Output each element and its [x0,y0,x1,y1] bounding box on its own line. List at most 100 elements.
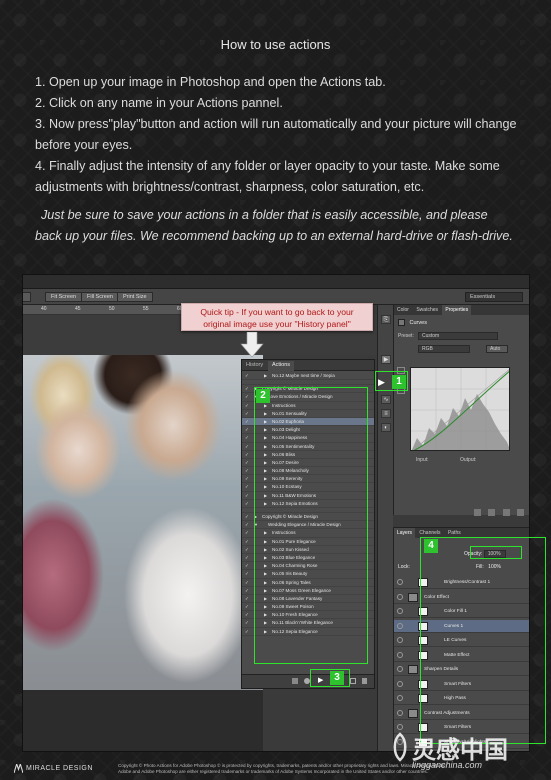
tab-color[interactable]: Color [394,305,412,315]
action-check-icon[interactable]: ✓ [245,483,249,490]
tab-swatches[interactable]: Swatches [413,305,441,315]
action-check-icon[interactable]: ✓ [245,554,249,561]
footer-logo-text: MIRACLE DESIGN [26,765,93,772]
action-check-icon[interactable]: ✓ [245,402,249,409]
eye-icon[interactable] [397,593,403,600]
action-label: No.12 Maybe next time / Sepia [272,373,335,378]
play-button-icon[interactable]: ▶ [378,377,385,388]
step-2: 2. Click on any name in your Actions pan… [35,96,283,110]
curves-graph [410,367,510,451]
action-check-icon[interactable]: ✓ [245,410,249,417]
action-check-icon[interactable]: ✓ [245,513,249,520]
eye-icon[interactable] [397,622,403,629]
action-check-icon[interactable]: ✓ [245,451,249,458]
badge-2: 2 [256,389,270,403]
action-check-icon[interactable]: ✓ [245,628,249,635]
action-check-icon[interactable]: ✓ [245,595,249,602]
tab-history[interactable]: History [242,361,267,371]
adjust-panel-icon[interactable]: ◐ [381,423,391,432]
eye-icon[interactable] [397,695,403,701]
tab-properties[interactable]: Properties [442,305,472,315]
options-button-partial[interactable] [23,292,31,302]
arrow-down-icon [240,332,264,358]
action-check-icon[interactable]: ✓ [245,372,249,379]
action-check-icon[interactable]: ✓ [245,492,249,499]
action-check-icon[interactable]: ✓ [245,579,249,586]
action-check-icon[interactable]: ✓ [245,434,249,441]
action-check-icon[interactable]: ✓ [245,546,249,553]
view-previous-icon[interactable] [488,509,496,516]
highlight-layers [420,537,546,744]
auto-button[interactable]: Auto [486,345,508,353]
output-label: Output: [460,457,477,463]
step-1: 1. Open up your image in Photoshop and o… [35,75,386,89]
actions-panel-icon[interactable]: ▶ [381,355,391,364]
history-panel-icon[interactable]: ⎘ [381,315,391,324]
instructions-title: How to use actions [220,37,331,52]
eye-icon[interactable] [397,651,403,658]
ruler-tick: 45 [75,306,81,312]
quick-tip-line-1: Quick tip - If you want to go back to yo… [200,307,354,317]
eye-icon[interactable] [397,579,403,585]
action-check-icon[interactable]: ✓ [245,611,249,618]
ruler-tick: 40 [41,306,47,312]
print-size-button[interactable]: Print Size [117,292,153,302]
action-check-icon[interactable]: ✓ [245,418,249,425]
action-check-icon[interactable]: ✓ [245,562,249,569]
eye-icon[interactable] [397,709,403,716]
highlight-actions-list [254,387,368,664]
action-check-icon[interactable]: ✓ [245,587,249,594]
action-check-icon[interactable]: ✓ [245,443,249,450]
stop-icon[interactable] [292,678,298,684]
eye-icon[interactable] [397,637,403,643]
panel-tab-bar: History Actions [242,360,374,371]
instructions-steps: 1. Open up your image in Photoshop and o… [35,72,525,198]
channel-select[interactable]: RGB [418,345,470,353]
clip-icon[interactable] [474,509,481,516]
preset-select[interactable]: Custom [418,332,498,340]
action-check-icon[interactable]: ✓ [245,426,249,433]
badge-4: 4 [424,539,438,553]
fill-screen-button[interactable]: Fill Screen [81,292,119,302]
action-check-icon[interactable]: ✓ [245,500,249,507]
action-check-icon[interactable]: ✓ [245,475,249,482]
fit-screen-button[interactable]: Fit Screen [45,292,83,302]
visibility-icon[interactable] [517,509,525,516]
action-item[interactable]: ✓ ▶ No.12 Maybe next time / Sepia [242,372,374,381]
action-check-icon[interactable]: ✓ [245,521,249,528]
eye-icon[interactable] [397,666,403,672]
backup-note: Just be sure to save your actions in a f… [35,208,513,243]
curves-graph-svg [411,368,509,450]
expand-action-icon[interactable]: ▶ [264,372,267,379]
highlight-opacity [470,546,522,559]
watermark-url: lingganchina.com [412,760,483,770]
canvas-background-bottom [23,690,263,751]
workspace-select[interactable]: Essentials [465,292,523,302]
eye-icon[interactable] [397,608,403,614]
action-check-icon[interactable]: ✓ [245,619,249,626]
lock-label: Lock: [398,564,410,570]
tab-actions[interactable]: Actions [268,361,295,371]
action-check-icon[interactable]: ✓ [245,467,249,474]
action-check-icon[interactable]: ✓ [245,538,249,545]
tab-layers[interactable]: Layers [394,528,416,538]
couple-photo-canvas [23,355,263,690]
actions-panel-footer: ▶ [242,674,374,688]
clone-panel-icon[interactable]: ≡ [381,409,391,418]
trash-icon[interactable] [362,678,367,684]
action-check-icon[interactable]: ✓ [245,385,249,392]
properties-tab-bar: Color Swatches Properties [394,305,529,315]
folder-icon [408,708,418,718]
action-check-icon[interactable]: ✓ [245,459,249,466]
eye-icon[interactable] [397,680,403,687]
action-check-icon[interactable]: ✓ [245,570,249,577]
folder-icon [408,665,418,674]
reset-icon[interactable] [502,509,510,516]
new-action-icon[interactable] [350,678,356,684]
action-check-icon[interactable]: ✓ [245,529,249,536]
action-check-icon[interactable]: ✓ [245,393,249,400]
curves-title: Curves [409,319,427,326]
curves-header: Curves [398,319,427,326]
action-check-icon[interactable]: ✓ [245,603,249,610]
brush-panel-icon[interactable]: ∿ [381,395,391,404]
